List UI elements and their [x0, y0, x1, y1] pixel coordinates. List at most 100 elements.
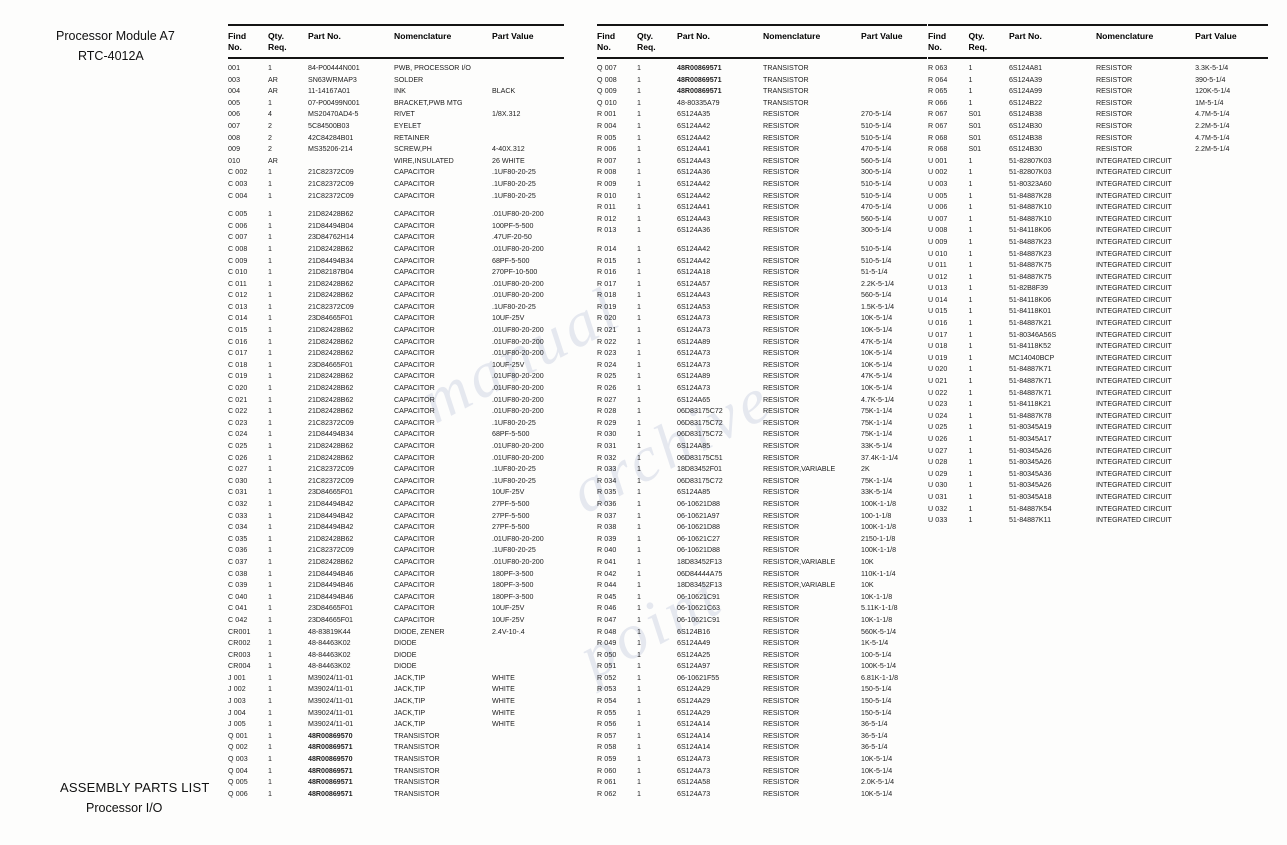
cell-qty-req: 1	[637, 268, 641, 277]
table-row: R 067 S01 6S124B30 RESISTOR 2.2M-5-1/4	[928, 121, 1268, 133]
cell-nomenclature: INTEGRATED CIRCUIT	[1095, 284, 1172, 293]
cell-find-no: U 029	[928, 469, 948, 478]
cell-qty-req: AR	[268, 156, 278, 165]
cell-qty-req: 1	[968, 458, 973, 467]
cell-part-value	[1195, 225, 1268, 237]
cell-part-value: 560-5-1/4	[861, 214, 892, 223]
cell-qty-req: 1	[968, 179, 973, 188]
cell-qty-req: 1	[637, 203, 641, 212]
cell-part-no: 6S124A29	[677, 697, 711, 706]
cell-part-no: 21D82428B62	[308, 407, 354, 416]
cell-qty-req: 1	[637, 499, 641, 508]
cell-part-no: 06-10621C91	[677, 592, 720, 601]
cell-nomenclature: RESISTOR	[763, 418, 800, 427]
cell-find-no: R 022	[597, 337, 617, 346]
cell-part-no: 6S124A43	[677, 156, 711, 165]
cell-part-value: 10K-5-1/4	[861, 326, 893, 335]
cell-qty-req: 1	[968, 168, 973, 177]
cell-qty-req: 1	[968, 342, 973, 351]
cell-find-no: 007	[228, 121, 241, 130]
table-row: R 007 1 6S124A43 RESISTOR 560-5-1/4	[597, 156, 933, 168]
cell-qty-req: 1	[268, 731, 272, 740]
cell-part-value: 10K-5-1/4	[861, 384, 893, 393]
cell-nomenclature: TRANSISTOR	[763, 64, 809, 72]
cell-find-no: R 017	[597, 279, 617, 288]
cell-nomenclature: CAPACITOR	[394, 604, 435, 613]
cell-find-no: R 061	[597, 778, 617, 787]
cell-part-no: 21C82372C09	[308, 476, 354, 485]
cell-part-value: 10UF-25V	[492, 488, 525, 497]
cell-part-value: 37.4K-1-1/4	[861, 453, 899, 462]
cell-nomenclature: RESISTOR	[763, 244, 800, 253]
cell-qty-req: 1	[268, 639, 272, 648]
cell-find-no: C 011	[228, 279, 247, 288]
cell-nomenclature: RESISTOR	[763, 523, 800, 532]
table-row: R 036 1 06-10621D88 RESISTOR 100K-1-1/8	[597, 499, 933, 511]
cell-nomenclature: RESISTOR	[763, 766, 800, 775]
table-row: U 011 1 51-84887K75 INTEGRATED CIRCUIT	[928, 260, 1268, 272]
cell-part-no: 6S124A42	[677, 191, 711, 200]
table-row: U 029 1 51-80345A36 INTEGRATED CIRCUIT	[928, 469, 1268, 481]
cell-part-value	[492, 650, 564, 662]
cell-part-value: WHITE	[492, 673, 515, 682]
cell-qty-req: 1	[268, 743, 272, 752]
cell-find-no: Q 001	[228, 731, 248, 740]
cell-nomenclature: INTEGRATED CIRCUIT	[1095, 365, 1172, 374]
table-row: R 016 1 6S124A18 RESISTOR 51-5-1/4	[597, 267, 933, 279]
cell-part-no: 6S124A85	[677, 442, 711, 450]
cell-find-no: U 014	[928, 295, 948, 304]
cell-part-value: 2.2K-5-1/4	[861, 279, 895, 288]
cell-find-no: R 040	[597, 546, 617, 555]
cell-part-value	[1195, 179, 1268, 191]
cell-part-no: 48R00869571	[308, 743, 353, 752]
cell-qty-req: 1	[968, 388, 973, 397]
cell-find-no: C 017	[228, 349, 248, 358]
table-row: R 044 1 18D83452F13 RESISTOR,VARIABLE 10K	[597, 580, 933, 592]
cell-part-value: WHITE	[492, 708, 515, 717]
cell-find-no: U 019	[928, 353, 948, 362]
cell-part-no: 6S124A25	[677, 650, 711, 659]
cell-nomenclature: CAPACITOR	[394, 557, 435, 566]
cell-part-no: 06-10621C91	[677, 615, 720, 624]
table-row: C 035 1 21D82428B62 CAPACITOR .01UF80-20-200	[228, 534, 564, 546]
table-row: C 008 1 21D82428B62 CAPACITOR .01UF80-20-200	[228, 244, 564, 256]
table-row: Q 008 1 48R00869571 TRANSISTOR	[597, 75, 933, 87]
cell-qty-req: 1	[637, 418, 641, 427]
table-row: Q 006 1 48R00869571 TRANSISTOR	[228, 789, 564, 801]
cell-part-no: 51-80345A26	[1008, 458, 1052, 467]
cell-part-value	[1195, 202, 1268, 214]
cell-find-no: CR001	[228, 627, 251, 636]
cell-part-value: .1UF80-20-25	[492, 179, 536, 188]
cell-part-value	[1195, 272, 1268, 284]
cell-qty-req: 1	[268, 407, 272, 416]
cell-find-no: U 001	[928, 156, 948, 165]
table-row: C 004 1 21C82372C09 CAPACITOR .1UF80-20-25	[228, 191, 564, 203]
cell-part-no: 6S124A41	[677, 203, 711, 212]
table-row: R 022 1 6S124A89 RESISTOR 47K-5-1/4	[597, 337, 933, 349]
table-row: 010 AR WIRE,INSULATED 26 WHITE	[228, 156, 564, 168]
column-header-part-value: Part Value	[861, 31, 903, 41]
cell-find-no: 006	[228, 110, 241, 119]
cell-nomenclature: DIODE	[394, 639, 417, 648]
cell-nomenclature: RESISTOR	[763, 708, 800, 717]
cell-nomenclature: WIRE,INSULATED	[394, 156, 454, 165]
cell-find-no: J 005	[228, 720, 246, 729]
table-row: U 009 1 51-84887K23 INTEGRATED CIRCUIT	[928, 237, 1268, 249]
cell-find-no: R 018	[597, 291, 617, 300]
cell-part-value: .01UF80-20-200	[492, 395, 544, 404]
cell-find-no: 009	[228, 145, 241, 154]
cell-part-value	[1195, 422, 1268, 434]
cell-nomenclature: CAPACITOR	[394, 395, 435, 404]
cell-nomenclature: TRANSISTOR	[394, 743, 440, 752]
cell-nomenclature: RESISTOR	[763, 453, 800, 462]
table-row: R 032 1 06D83175C51 RESISTOR 37.4K-1-1/4	[597, 453, 933, 465]
cell-part-value: .1UF80-20-25	[492, 191, 536, 200]
cell-find-no: C 035	[228, 534, 248, 543]
cell-nomenclature: TRANSISTOR	[394, 766, 440, 775]
cell-nomenclature: DIODE, ZENER	[394, 627, 445, 636]
cell-part-value: 10UF-25V	[492, 360, 525, 369]
cell-part-no: 21D82428B62	[308, 442, 354, 450]
cell-find-no: U 011	[928, 261, 947, 270]
cell-part-no: 6S124A81	[1008, 64, 1043, 72]
cell-nomenclature: DIODE	[394, 650, 417, 659]
